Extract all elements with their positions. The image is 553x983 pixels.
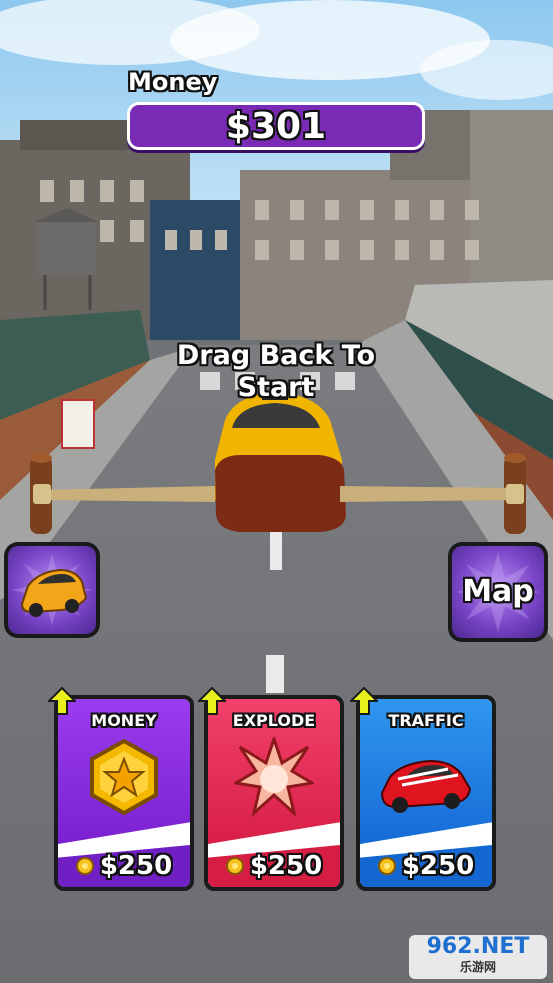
drag-hint-line2: Start xyxy=(237,372,315,403)
car-select-button[interactable] xyxy=(4,542,100,638)
price-tag: $250 xyxy=(360,851,492,881)
price-text: $250 xyxy=(99,851,173,881)
yellow-car-icon xyxy=(12,554,92,626)
price-text: $250 xyxy=(249,851,323,881)
coin-icon xyxy=(75,857,94,875)
card-title: EXPLODE xyxy=(232,711,316,730)
price-tag: $250 xyxy=(208,851,340,881)
money-value: $301 xyxy=(225,105,327,147)
coin-icon xyxy=(225,857,244,875)
drag-hint-line1: Drag Back To xyxy=(176,340,376,371)
watermark-logo: 962.NET 乐游网 xyxy=(409,935,547,979)
coin-icon xyxy=(377,857,396,875)
explosion-icon xyxy=(234,737,314,817)
money-panel: $301 xyxy=(127,102,425,150)
red-car-icon xyxy=(380,759,472,813)
watermark-text: 962.NET xyxy=(426,934,530,959)
card-title: TRAFFIC xyxy=(388,711,464,730)
upgrade-card-traffic[interactable]: TRAFFIC $250 xyxy=(350,687,496,891)
upgrade-card-explode[interactable]: EXPLODE $250 xyxy=(198,687,344,891)
money-label: Money xyxy=(128,68,218,96)
map-label: Map xyxy=(462,574,534,609)
price-tag: $250 xyxy=(58,851,190,881)
upgrade-arrow-icon xyxy=(48,687,76,715)
upgrade-arrow-icon xyxy=(198,687,226,715)
upgrade-arrow-icon xyxy=(350,687,378,715)
watermark-subtext: 乐游网 xyxy=(459,960,496,974)
card-title: MONEY xyxy=(91,711,157,730)
price-text: $250 xyxy=(401,851,475,881)
map-button[interactable]: Map xyxy=(448,542,548,642)
gold-coin-star-icon xyxy=(90,738,158,816)
drag-hint: Drag Back To Start xyxy=(140,340,412,404)
upgrade-card-money[interactable]: MONEY $250 xyxy=(48,687,194,891)
